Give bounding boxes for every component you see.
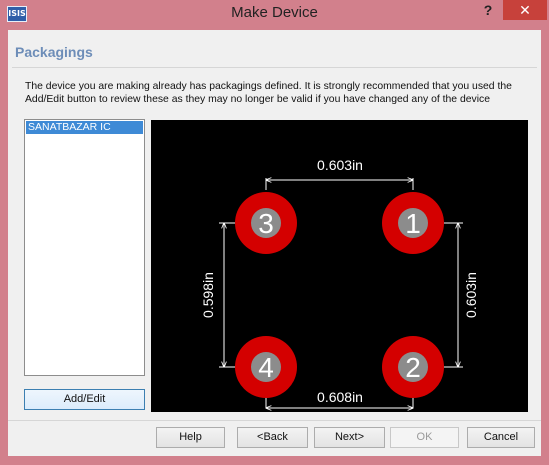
pin-label-4: 4 (258, 352, 274, 383)
packaging-list[interactable]: SANATBAZAR IC (24, 119, 145, 376)
header-divider (12, 67, 537, 68)
footer-divider (8, 420, 541, 421)
next-button[interactable]: Next> (314, 427, 385, 448)
back-button[interactable]: <Back (237, 427, 308, 448)
pin-label-2: 2 (405, 352, 421, 383)
make-device-window: ISIS Make Device ? ✕ Packagings The devi… (0, 0, 549, 465)
help-button[interactable]: Help (156, 427, 225, 448)
dim-left-label: 0.598in (200, 272, 216, 318)
pad-1: 1 (382, 192, 444, 254)
help-title-button[interactable]: ? (475, 0, 501, 22)
dim-top-label: 0.603in (317, 157, 363, 173)
dialog-body: Packagings The device you are making alr… (8, 30, 541, 456)
ok-button[interactable]: OK (390, 427, 459, 448)
pad-3: 3 (235, 192, 297, 254)
pad-4: 4 (235, 336, 297, 398)
footprint-preview-canvas: 3 1 4 2 0.603in 0.608in 0.598in 0.603in (200, 157, 479, 412)
add-edit-button[interactable]: Add/Edit (24, 389, 145, 410)
close-icon: ✕ (519, 2, 531, 18)
pin-label-3: 3 (258, 208, 274, 239)
footprint-preview: 3 1 4 2 0.603in 0.608in 0.598in 0.603in (151, 120, 528, 412)
window-title: Make Device (231, 4, 318, 21)
section-title: Packagings (15, 44, 93, 60)
dim-bottom-label: 0.608in (317, 389, 363, 405)
cancel-button[interactable]: Cancel (467, 427, 535, 448)
close-button[interactable]: ✕ (503, 0, 547, 20)
pad-2: 2 (382, 336, 444, 398)
packaging-list-item[interactable]: SANATBAZAR IC (26, 121, 143, 134)
dim-right-label: 0.603in (463, 272, 479, 318)
title-bar[interactable]: ISIS Make Device ? ✕ (0, 0, 549, 28)
section-description: The device you are making already has pa… (25, 81, 512, 105)
pin-label-1: 1 (405, 208, 421, 239)
